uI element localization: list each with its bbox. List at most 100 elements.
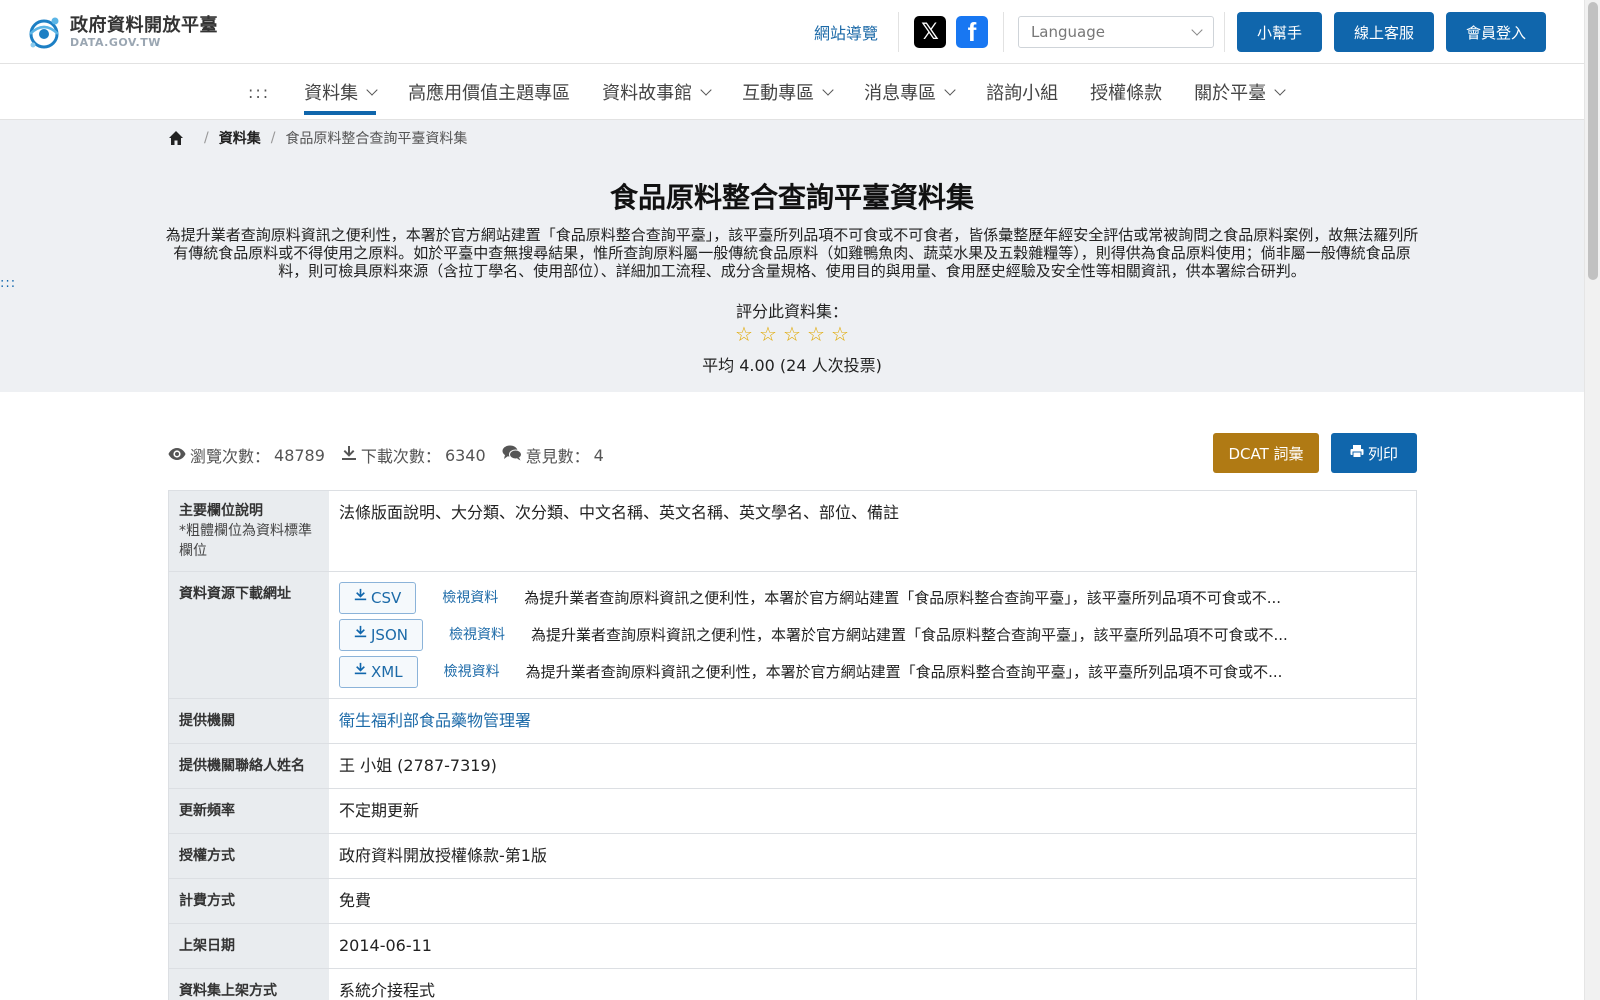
comments-icon xyxy=(502,445,522,465)
download-json-button[interactable]: JSON xyxy=(339,619,423,651)
print-label: 列印 xyxy=(1367,444,1398,463)
nav-item-stories[interactable]: 資料故事館 xyxy=(602,64,712,120)
fields-head: 主要欄位說明 xyxy=(179,503,263,519)
views-stat: 瀏覽次數： 48789 xyxy=(168,443,325,467)
accesskey-link[interactable]: ::: xyxy=(248,64,270,120)
language-select-value: Language xyxy=(1030,23,1105,41)
row-value: 2014-06-11 xyxy=(329,924,1416,968)
fields-note: *粗體欄位為資料標準欄位 xyxy=(179,523,312,559)
row-value: 免費 xyxy=(329,879,1416,923)
table-row: 提供機關聯絡人姓名 王 小姐 (2787-7319) xyxy=(169,744,1416,789)
main-nav: ::: 資料集 高應用價值主題專區 資料故事館 互動專區 消息專區 諮詢小組 授… xyxy=(0,64,1584,120)
view-data-link[interactable]: 檢視資料 xyxy=(442,586,498,610)
view-data-link[interactable]: 檢視資料 xyxy=(449,623,505,647)
downloads-label: 下載次數： xyxy=(360,447,441,466)
nav-item-label: 關於平臺 xyxy=(1194,83,1267,104)
row-label: 資料集上架方式 xyxy=(169,969,329,1000)
nav-item-label: 諮詢小組 xyxy=(986,83,1059,104)
row-label: 更新頻率 xyxy=(169,789,329,833)
breadcrumb-datasets[interactable]: 資料集 xyxy=(219,128,261,148)
row-label: 主要欄位說明 *粗體欄位為資料標準欄位 xyxy=(169,491,329,571)
print-icon xyxy=(1350,444,1364,462)
x-icon[interactable]: 𝕏 xyxy=(913,16,946,48)
row-value: 不定期更新 xyxy=(329,789,1416,833)
download-icon xyxy=(354,586,367,610)
resource-description: 為提升業者查詢原料資訊之便利性，本署於官方網站建置「食品原料整合查詢平臺」，該平… xyxy=(524,589,1282,607)
site-logo[interactable]: 政府資料開放平臺 DATA.GOV.TW xyxy=(24,12,218,52)
row-label: 提供機關聯絡人姓名 xyxy=(169,744,329,788)
star-icon[interactable]: ☆ xyxy=(782,324,802,344)
dcat-button[interactable]: DCAT 詞彙 xyxy=(1213,433,1319,473)
breadcrumb-separator: / xyxy=(270,130,276,146)
page-scrollbar[interactable] xyxy=(1584,0,1600,1000)
table-row: 更新頻率 不定期更新 xyxy=(169,789,1416,834)
comments-count: 4 xyxy=(593,445,604,465)
table-row: 資料資源下載網址 CSV 檢視資料 為提升業者查詢原料資訊之便利性，本署於官方網… xyxy=(169,572,1416,699)
format-label: JSON xyxy=(371,626,408,644)
download-icon xyxy=(341,445,357,465)
breadcrumb-separator: / xyxy=(204,130,209,146)
content-accesskey-link[interactable]: ::: xyxy=(0,276,16,291)
table-row: 計費方式 免費 xyxy=(169,879,1416,924)
resources-head: 資料資源下載網址 xyxy=(169,572,329,698)
row-value: 王 小姐 (2787-7319) xyxy=(329,744,1416,788)
resource-item: CSV 檢視資料 為提升業者查詢原料資訊之便利性，本署於官方網站建置「食品原料整… xyxy=(339,582,1406,614)
sitemap-link[interactable]: 網站導覽 xyxy=(814,20,878,44)
nav-item-label: 授權條款 xyxy=(1090,83,1163,104)
nav-item-license[interactable]: 授權條款 xyxy=(1090,64,1162,120)
chevron-down-icon xyxy=(822,83,834,96)
home-icon[interactable] xyxy=(168,130,184,146)
downloads-count: 6340 xyxy=(444,445,486,465)
views-label: 瀏覽次數： xyxy=(190,447,271,466)
nav-item-interactive[interactable]: 互動專區 xyxy=(742,64,834,120)
nav-item-about[interactable]: 關於平臺 xyxy=(1194,64,1286,120)
resource-item: JSON 檢視資料 為提升業者查詢原料資訊之便利性，本署於官方網站建置「食品原料… xyxy=(339,619,1406,651)
nav-item-news[interactable]: 消息專區 xyxy=(864,64,956,120)
download-csv-button[interactable]: CSV xyxy=(339,582,417,614)
scrollbar-thumb[interactable] xyxy=(1588,2,1598,280)
star-icon[interactable]: ☆ xyxy=(734,324,754,344)
breadcrumb-current: 食品原料整合查詢平臺資料集 xyxy=(285,131,468,147)
online-support-button[interactable]: 線上客服 xyxy=(1333,12,1434,52)
header-divider xyxy=(897,12,899,52)
provider-link[interactable]: 衛生福利部食品藥物管理署 xyxy=(339,711,531,730)
rating-label: 評分此資料集： xyxy=(735,302,848,321)
logo-title: 政府資料開放平臺 xyxy=(70,14,218,36)
star-icon[interactable]: ☆ xyxy=(806,324,826,344)
format-label: XML xyxy=(371,663,403,681)
chevron-down-icon xyxy=(1191,24,1203,36)
header-divider xyxy=(1002,12,1004,52)
view-data-link[interactable]: 檢視資料 xyxy=(444,660,500,684)
chevron-down-icon xyxy=(1274,83,1286,96)
nav-item-datasets[interactable]: 資料集 xyxy=(304,64,378,120)
chevron-down-icon xyxy=(366,83,378,96)
row-value: 政府資料開放授權條款-第1版 xyxy=(329,834,1416,878)
resource-description: 為提升業者查詢原料資訊之便利性，本署於官方網站建置「食品原料整合查詢平臺」，該平… xyxy=(525,663,1283,681)
download-xml-button[interactable]: XML xyxy=(339,656,418,688)
resource-item: XML 檢視資料 為提升業者查詢原料資訊之便利性，本署於官方網站建置「食品原料整… xyxy=(339,656,1406,688)
helper-button[interactable]: 小幫手 xyxy=(1236,12,1322,52)
chevron-down-icon xyxy=(944,83,956,96)
star-icon[interactable]: ☆ xyxy=(830,324,850,344)
nav-item-label: 資料集 xyxy=(304,83,359,104)
rating-average: 平均 4.00 (24 人次投票) xyxy=(702,356,882,375)
nav-item-label: 互動專區 xyxy=(742,83,815,104)
nav-item-high-value[interactable]: 高應用價值主題專區 xyxy=(408,64,570,120)
rating-stars[interactable]: ☆ ☆ ☆ ☆ ☆ xyxy=(0,324,1584,344)
language-select[interactable]: Language xyxy=(1017,16,1214,48)
table-row: 授權方式 政府資料開放授權條款-第1版 xyxy=(169,834,1416,879)
resources-list: CSV 檢視資料 為提升業者查詢原料資訊之便利性，本署於官方網站建置「食品原料整… xyxy=(329,572,1416,698)
nav-item-advisory[interactable]: 諮詢小組 xyxy=(986,64,1058,120)
comments-label: 意見數： xyxy=(525,447,590,466)
fields-value: 法條版面說明、大分類、次分類、中文名稱、英文名稱、英文學名、部位、備註 xyxy=(329,491,1416,571)
print-button[interactable]: 列印 xyxy=(1331,433,1417,473)
chevron-down-icon xyxy=(700,83,712,96)
logo-icon xyxy=(24,12,64,52)
facebook-icon[interactable]: f xyxy=(955,16,988,48)
star-icon[interactable]: ☆ xyxy=(758,324,778,344)
download-icon xyxy=(354,660,367,684)
table-row: 主要欄位說明 *粗體欄位為資料標準欄位 法條版面說明、大分類、次分類、中文名稱、… xyxy=(169,491,1416,572)
breadcrumb: / 資料集 / 食品原料整合查詢平臺資料集 xyxy=(168,128,467,148)
dataset-description: 為提升業者查詢原料資訊之便利性，本署於官方網站建置「食品原料整合查詢平臺」，該平… xyxy=(165,226,1419,280)
member-login-button[interactable]: 會員登入 xyxy=(1445,12,1546,52)
